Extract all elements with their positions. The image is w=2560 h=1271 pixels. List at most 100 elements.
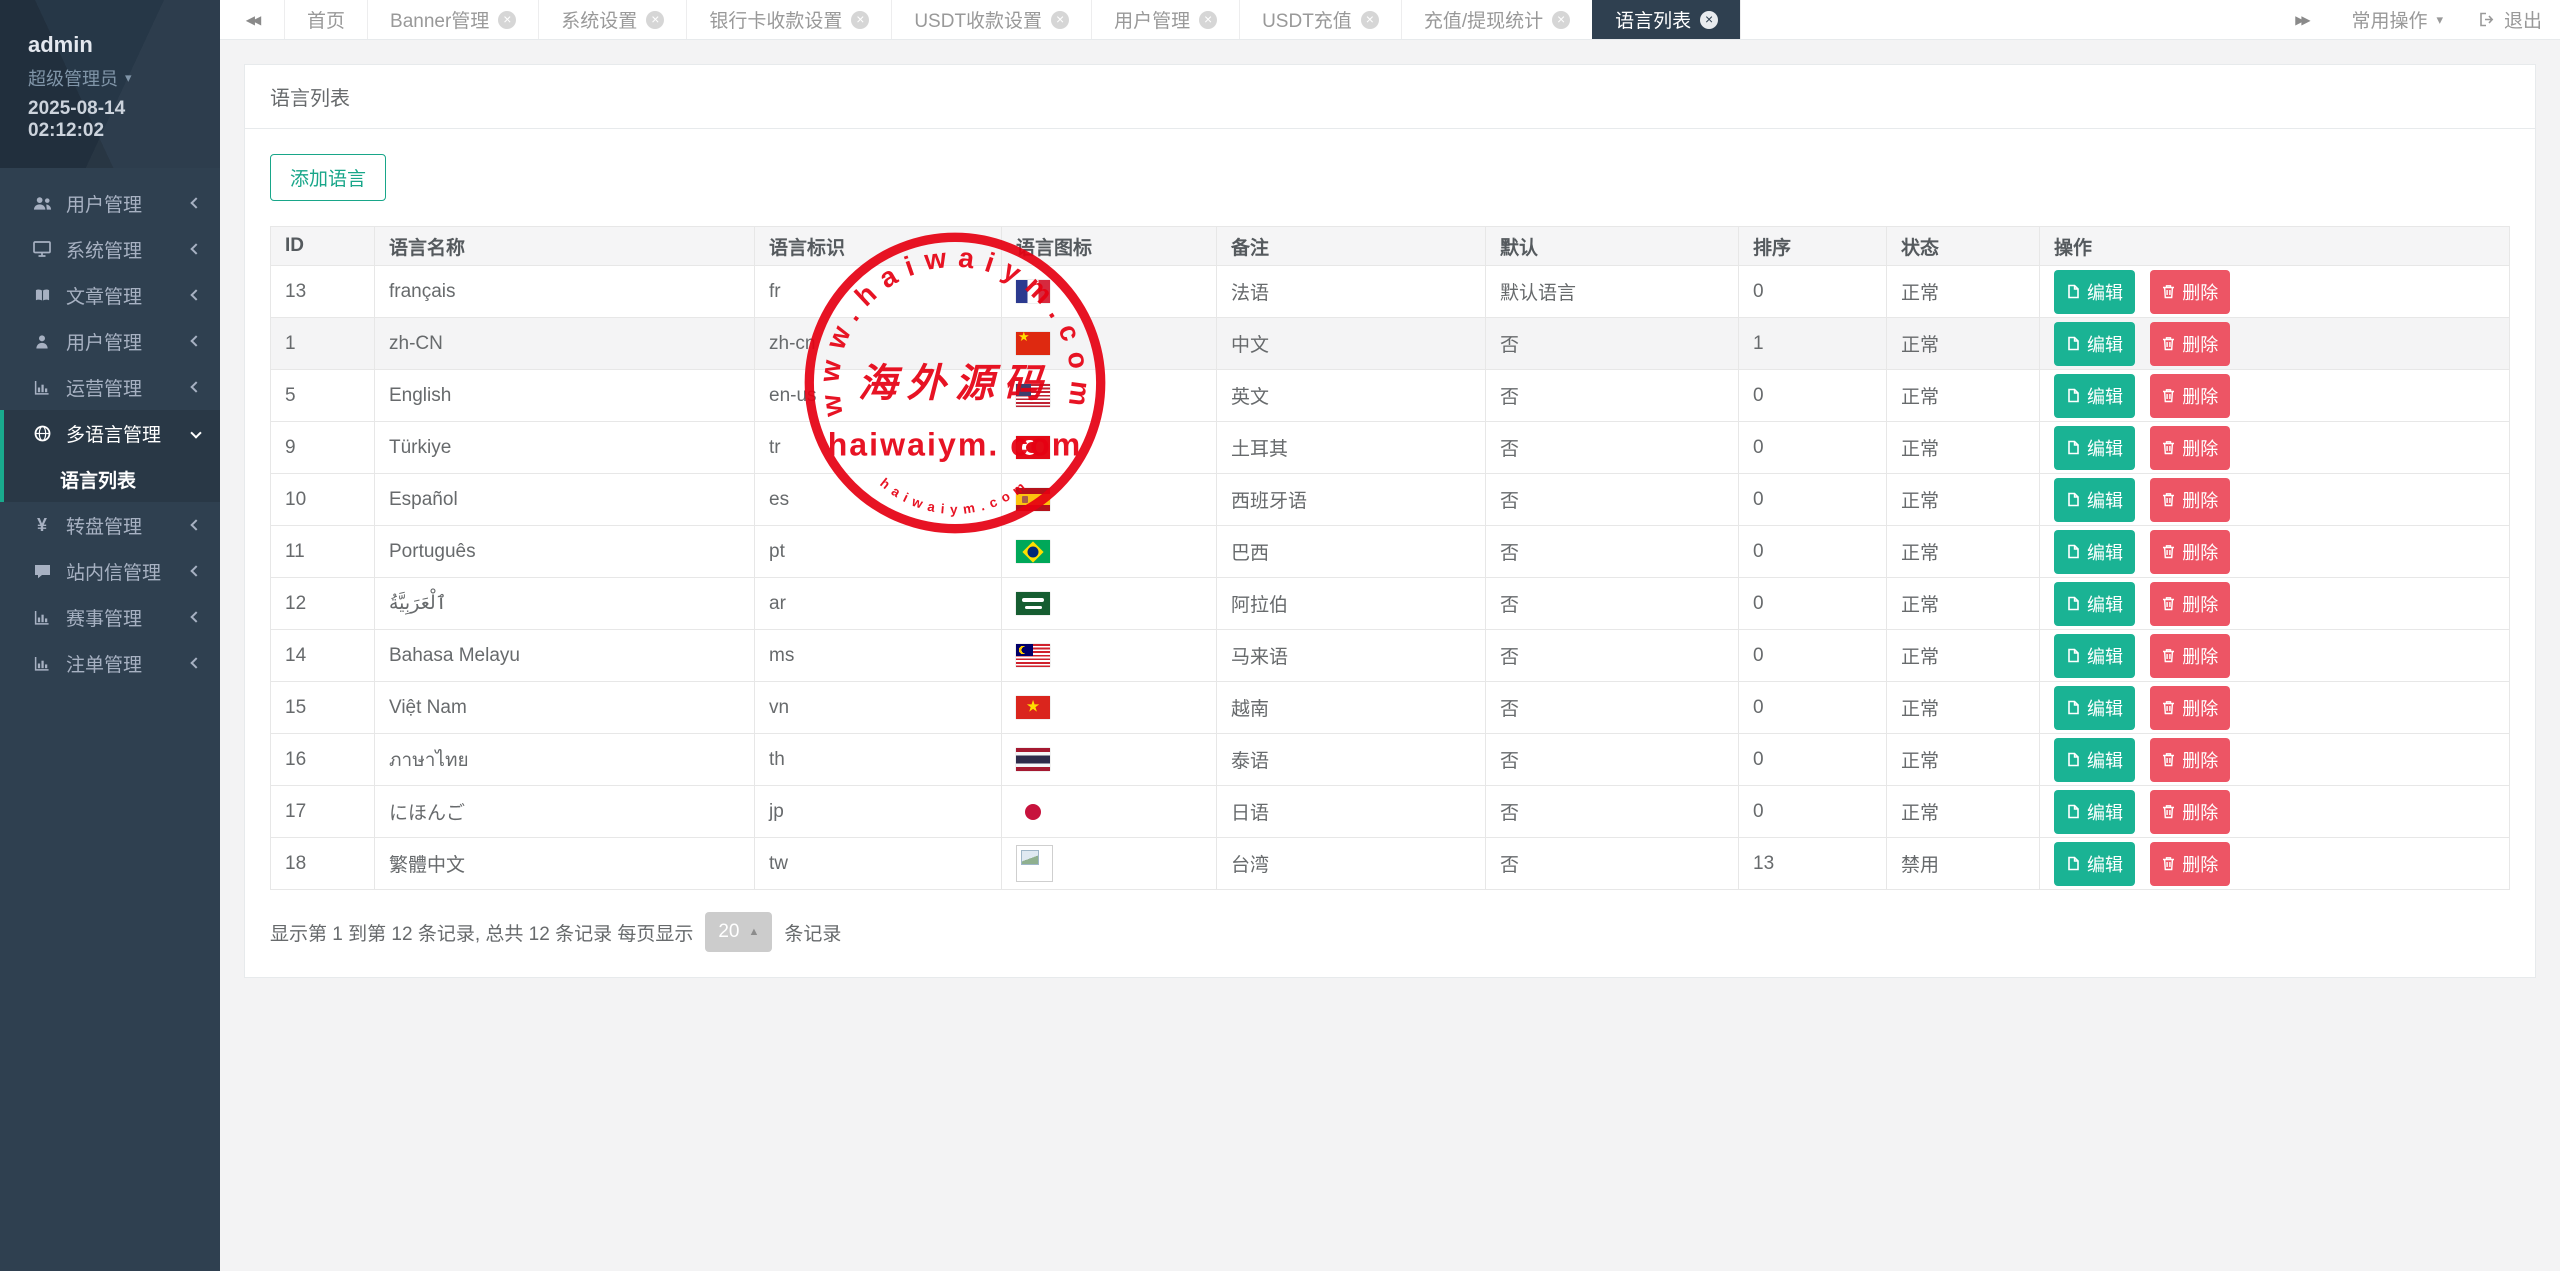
sidebar-item-label: 文章管理: [66, 282, 192, 309]
tab-close-icon[interactable]: ×: [1361, 11, 1379, 29]
delete-button[interactable]: 删除: [2150, 478, 2230, 522]
table-row: 14 Bahasa Melayu ms 马来语 否 0 正常 编辑 删除: [271, 630, 2510, 682]
edit-button[interactable]: 编辑: [2054, 634, 2135, 678]
edit-button-label: 编辑: [2087, 799, 2123, 825]
tab[interactable]: 用户管理×: [1091, 0, 1239, 39]
cell-sort: 0: [1739, 682, 1887, 734]
sidebar-item[interactable]: 赛事管理: [0, 594, 220, 640]
edit-button[interactable]: 编辑: [2054, 478, 2135, 522]
cell-note: 西班牙语: [1217, 474, 1486, 526]
delete-button[interactable]: 删除: [2150, 322, 2230, 366]
delete-button[interactable]: 删除: [2150, 634, 2230, 678]
delete-button[interactable]: 删除: [2150, 686, 2230, 730]
chart-icon: [30, 610, 54, 625]
cell-default: 否: [1486, 630, 1739, 682]
edit-button[interactable]: 编辑: [2054, 738, 2135, 782]
delete-button[interactable]: 删除: [2150, 530, 2230, 574]
flag-china-icon: [1016, 332, 1050, 355]
sidebar-item[interactable]: 多语言管理: [4, 410, 220, 456]
pagination-suffix: 条记录: [784, 919, 841, 946]
trash-icon: [2162, 700, 2175, 715]
delete-button-label: 删除: [2182, 331, 2218, 357]
sidebar-item[interactable]: 站内信管理: [0, 548, 220, 594]
sidebar-item-label: 运营管理: [66, 374, 192, 401]
trash-icon: [2162, 492, 2175, 507]
edit-button[interactable]: 编辑: [2054, 842, 2135, 886]
tab[interactable]: 系统设置×: [538, 0, 686, 39]
sidebar-item[interactable]: 用户管理: [0, 180, 220, 226]
sidebar-item[interactable]: 系统管理: [0, 226, 220, 272]
panel-title: 语言列表: [245, 65, 2535, 129]
edit-button[interactable]: 编辑: [2054, 426, 2135, 470]
tab-close-icon[interactable]: ×: [851, 11, 869, 29]
tab[interactable]: 银行卡收款设置×: [686, 0, 891, 39]
tabs-scroll-right-button[interactable]: ▶▶: [2269, 0, 2333, 39]
cell-id: 11: [271, 526, 375, 578]
sidebar: admin 超级管理员 ▾ 2025-08-14 02:12:02 用户管理系统…: [0, 0, 220, 1271]
cell-language-name: Español: [375, 474, 755, 526]
cell-sort: 13: [1739, 838, 1887, 890]
tab-close-icon[interactable]: ×: [1051, 11, 1069, 29]
chevron-left-icon: [190, 243, 201, 254]
sidebar-item[interactable]: 用户管理: [0, 318, 220, 364]
tab[interactable]: Banner管理×: [367, 0, 538, 39]
tab[interactable]: USDT充值×: [1239, 0, 1401, 39]
cell-id: 13: [271, 266, 375, 318]
column-header: 语言图标: [1002, 227, 1217, 266]
sidebar-group: 多语言管理语言列表: [0, 410, 220, 502]
edit-button[interactable]: 编辑: [2054, 530, 2135, 574]
tab-close-icon[interactable]: ×: [1199, 11, 1217, 29]
common-actions-button[interactable]: 常用操作 ▾: [2333, 0, 2461, 39]
cell-actions: 编辑 删除: [2040, 630, 2510, 682]
sidebar-item[interactable]: 注单管理: [0, 640, 220, 686]
cell-sort: 0: [1739, 630, 1887, 682]
cell-language-name: zh-CN: [375, 318, 755, 370]
cell-note: 泰语: [1217, 734, 1486, 786]
delete-button[interactable]: 删除: [2150, 426, 2230, 470]
cell-default: 否: [1486, 526, 1739, 578]
delete-button[interactable]: 删除: [2150, 738, 2230, 782]
cell-language-flag: [1002, 318, 1217, 370]
tab-close-icon[interactable]: ×: [1552, 11, 1570, 29]
delete-button[interactable]: 删除: [2150, 842, 2230, 886]
sidebar-group: 运营管理: [0, 364, 220, 410]
edit-button[interactable]: 编辑: [2054, 582, 2135, 626]
cell-actions: 编辑 删除: [2040, 786, 2510, 838]
article-icon: [30, 288, 54, 303]
tab-close-icon[interactable]: ×: [646, 11, 664, 29]
flag-broken-image-icon: [1016, 845, 1053, 882]
trash-icon: [2162, 336, 2175, 351]
cell-status: 正常: [1887, 526, 2040, 578]
tab[interactable]: 首页: [284, 0, 367, 39]
edit-button[interactable]: 编辑: [2054, 322, 2135, 366]
delete-button[interactable]: 删除: [2150, 582, 2230, 626]
sidebar-item[interactable]: 文章管理: [0, 272, 220, 318]
table-row: 9 Türkiye tr 土耳其 否 0 正常 编辑 删除: [271, 422, 2510, 474]
logout-button[interactable]: 退出: [2461, 0, 2560, 39]
delete-button[interactable]: 删除: [2150, 374, 2230, 418]
delete-button-label: 删除: [2182, 851, 2218, 877]
tabs-scroll-left-button[interactable]: ◀◀: [220, 0, 284, 39]
table-row: 18 繁體中文 tw 台湾 否 13 禁用 编辑 删除: [271, 838, 2510, 890]
delete-button[interactable]: 删除: [2150, 790, 2230, 834]
tab-close-icon[interactable]: ×: [498, 11, 516, 29]
add-language-button[interactable]: 添加语言: [270, 154, 386, 201]
tab[interactable]: 语言列表×: [1592, 0, 1741, 39]
edit-button[interactable]: 编辑: [2054, 270, 2135, 314]
tab-close-icon[interactable]: ×: [1700, 11, 1718, 29]
sidebar-subitem[interactable]: 语言列表: [4, 456, 220, 502]
cell-note: 阿拉伯: [1217, 578, 1486, 630]
sidebar-item[interactable]: 运营管理: [0, 364, 220, 410]
edit-button[interactable]: 编辑: [2054, 686, 2135, 730]
tab[interactable]: 充值/提现统计×: [1401, 0, 1592, 39]
edit-button[interactable]: 编辑: [2054, 790, 2135, 834]
sidebar-item[interactable]: ¥转盘管理: [0, 502, 220, 548]
page-size-dropdown[interactable]: 20 ▲: [705, 912, 772, 952]
tab[interactable]: USDT收款设置×: [891, 0, 1091, 39]
delete-button[interactable]: 删除: [2150, 270, 2230, 314]
sidebar-item-label: 赛事管理: [66, 604, 192, 631]
user-role-dropdown[interactable]: 超级管理员 ▾: [28, 65, 192, 91]
cell-status: 正常: [1887, 786, 2040, 838]
cell-language-flag: [1002, 370, 1217, 422]
edit-button[interactable]: 编辑: [2054, 374, 2135, 418]
